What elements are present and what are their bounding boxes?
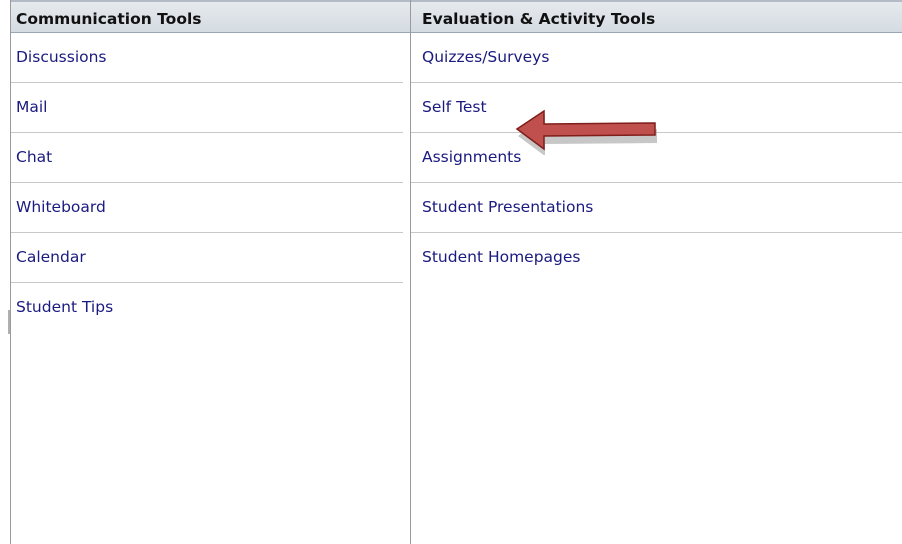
tool-link-student-presentations[interactable]: Student Presentations [411,183,902,233]
tool-link-label[interactable]: Discussions [16,48,107,66]
evaluation-tools-header: Evaluation & Activity Tools [411,0,902,33]
tool-link-discussions[interactable]: Discussions [11,33,403,83]
communication-tools-list: Discussions Mail Chat Whiteboard Calenda… [11,33,410,333]
tool-link-calendar[interactable]: Calendar [11,233,403,283]
evaluation-tools-column: Evaluation & Activity Tools Quizzes/Surv… [411,0,902,544]
left-arrow-icon [515,109,657,155]
communication-tools-column: Communication Tools Discussions Mail Cha… [8,0,411,544]
tool-link-label[interactable]: Assignments [422,148,521,166]
tool-link-student-homepages[interactable]: Student Homepages [411,233,902,283]
tool-link-label[interactable]: Self Test [422,98,487,116]
tool-link-label[interactable]: Student Homepages [422,248,581,266]
tool-link-quizzes-surveys[interactable]: Quizzes/Surveys [411,33,902,83]
focus-marker [8,310,10,334]
tool-link-label[interactable]: Chat [16,148,52,166]
evaluation-tools-list: Quizzes/Surveys Self Test Assignments St… [411,33,902,283]
tool-link-label[interactable]: Quizzes/Surveys [422,48,549,66]
tool-link-chat[interactable]: Chat [11,133,403,183]
tool-link-mail[interactable]: Mail [11,83,403,133]
tool-link-label[interactable]: Student Tips [16,298,113,316]
communication-tools-header: Communication Tools [11,0,410,33]
tool-link-label[interactable]: Calendar [16,248,86,266]
tool-link-label[interactable]: Student Presentations [422,198,593,216]
tool-link-student-tips[interactable]: Student Tips [11,283,403,333]
tools-table: Communication Tools Discussions Mail Cha… [8,0,902,544]
tool-link-whiteboard[interactable]: Whiteboard [11,183,403,233]
tool-link-label[interactable]: Mail [16,98,47,116]
tool-link-label[interactable]: Whiteboard [16,198,106,216]
